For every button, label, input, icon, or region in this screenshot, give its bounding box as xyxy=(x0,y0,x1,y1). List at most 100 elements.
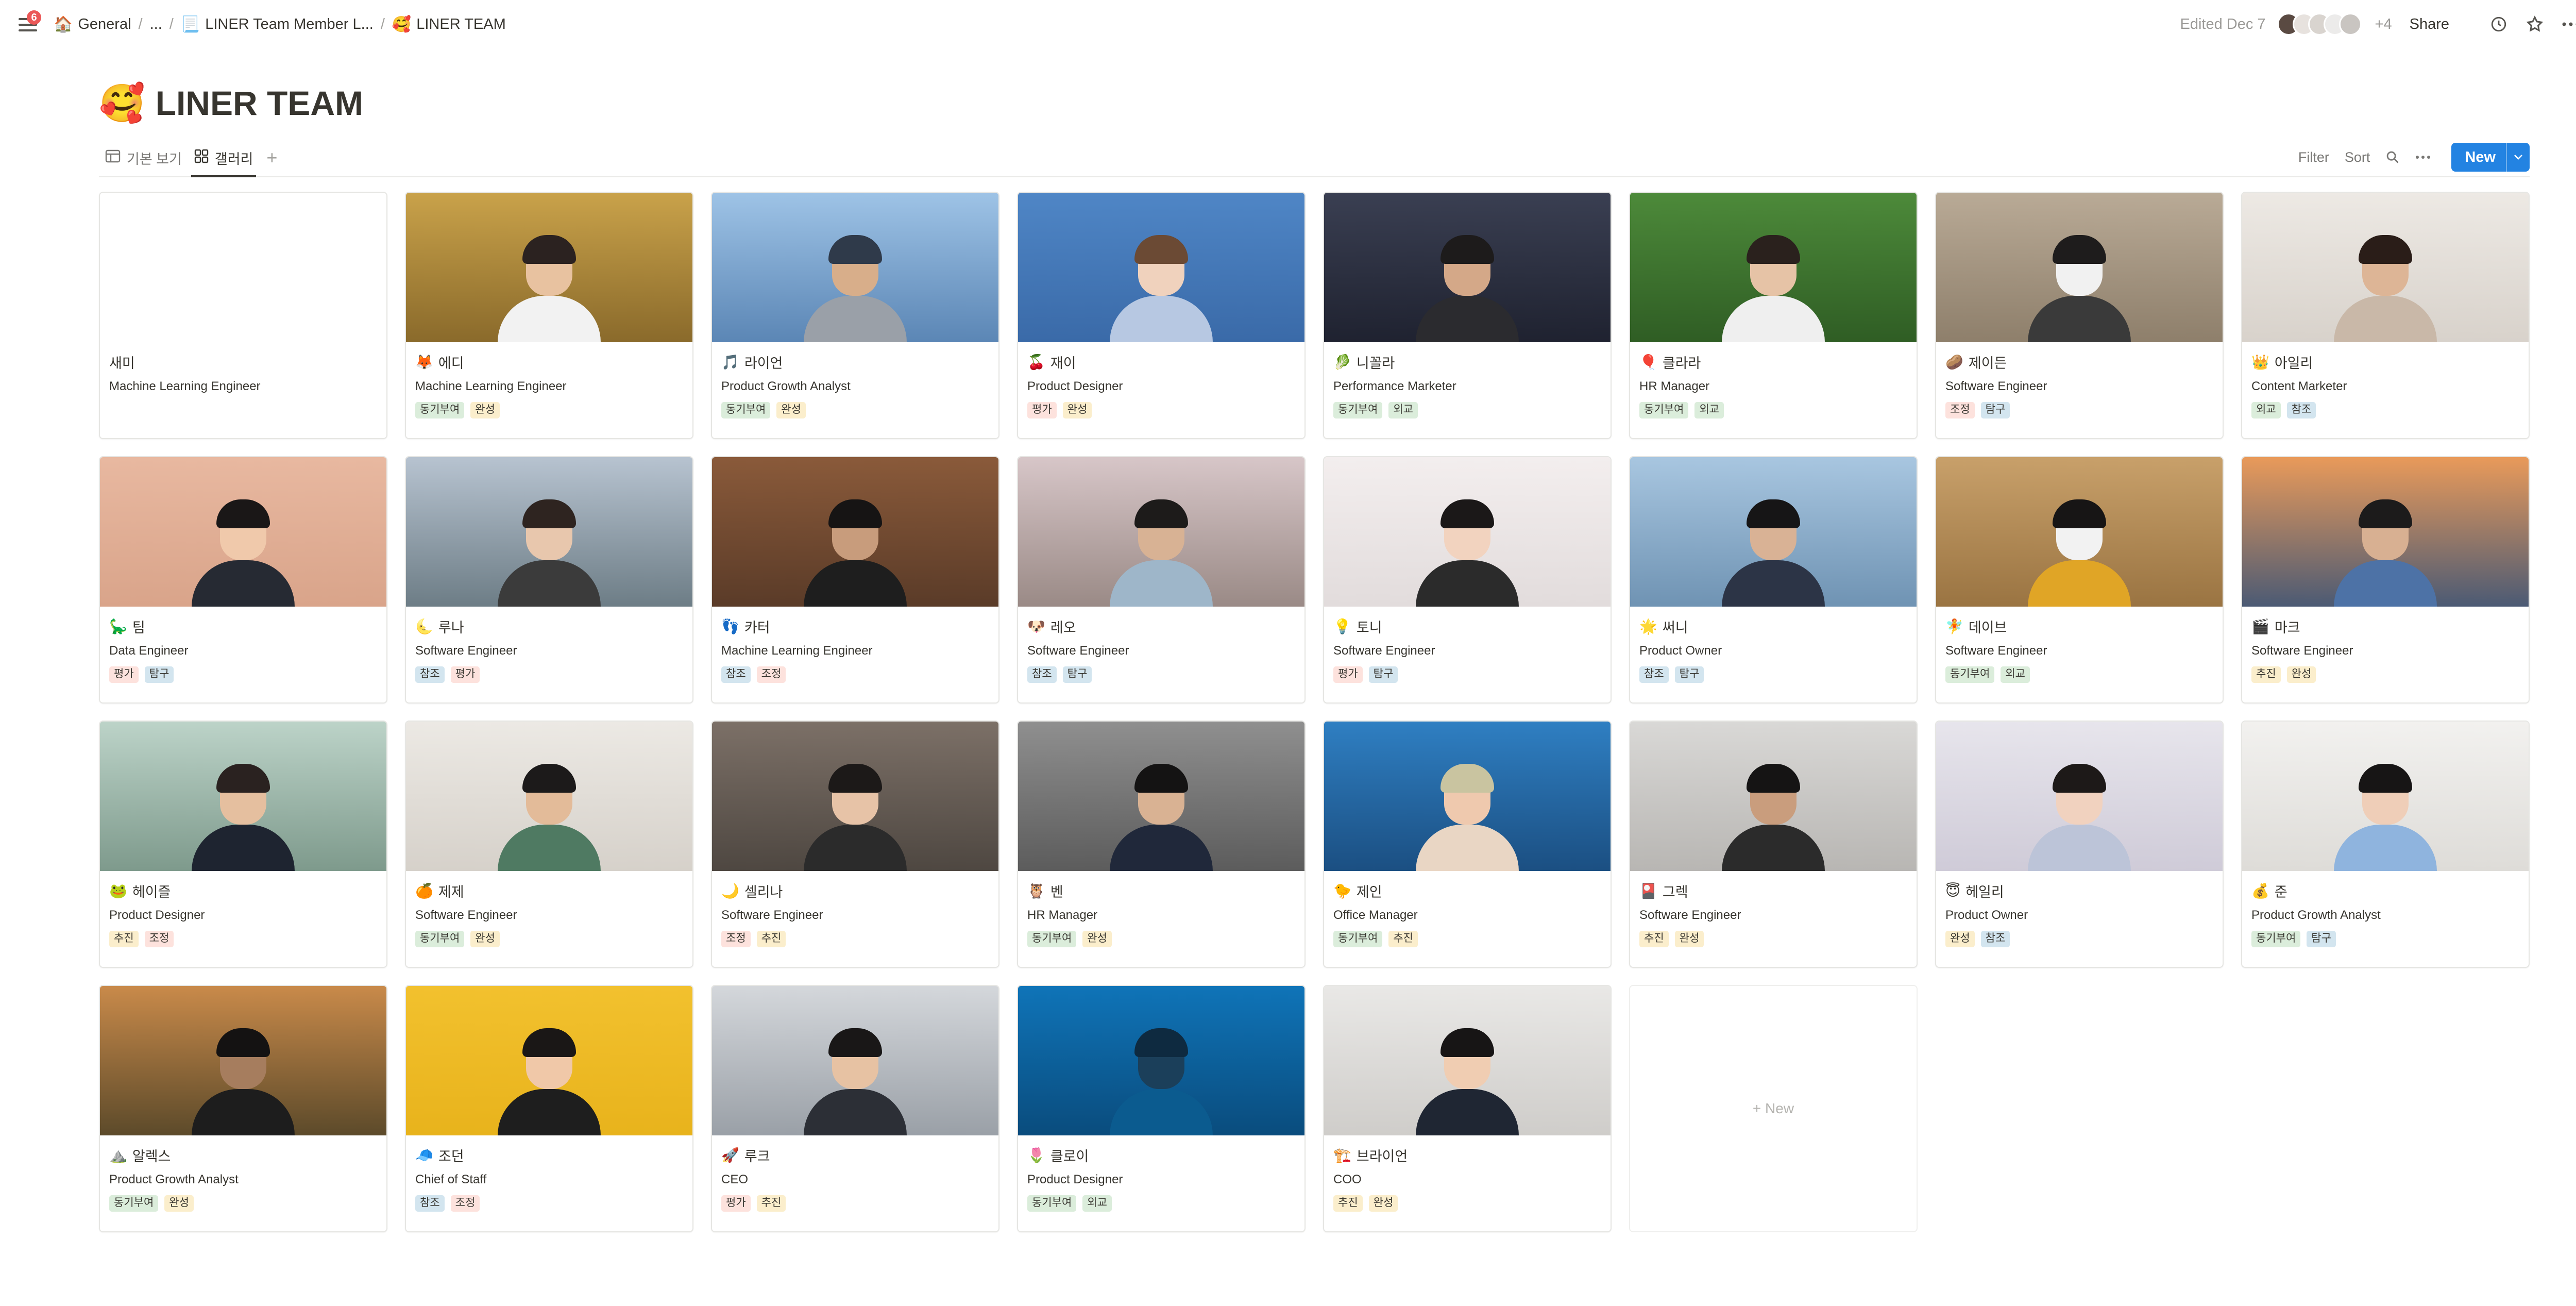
gallery-card[interactable]: 새미Machine Learning Engineer xyxy=(99,192,387,439)
collaborator-avatars[interactable] xyxy=(2277,13,2362,36)
gallery-card[interactable]: 🦉벤HR Manager동기부여완성 xyxy=(1017,721,1306,968)
filter-button[interactable]: Filter xyxy=(2298,149,2329,165)
gallery-card[interactable]: 🎵라이언Product Growth Analyst동기부여완성 xyxy=(711,192,999,439)
member-photo xyxy=(712,722,998,871)
gallery-card[interactable]: 😇헤일리Product Owner완성참조 xyxy=(1935,721,2224,968)
tag-badge: 조정 xyxy=(721,931,751,947)
member-role: Product Owner xyxy=(1945,908,2213,925)
gallery-card[interactable]: 🍒재이Product Designer평가완성 xyxy=(1017,192,1306,439)
new-card-button[interactable]: + New xyxy=(1629,985,1918,1232)
person-silhouette xyxy=(192,768,295,871)
gallery-card[interactable]: 🎈클라라HR Manager동기부여외교 xyxy=(1629,192,1918,439)
share-button[interactable]: Share xyxy=(2410,16,2449,33)
gallery-card[interactable]: 🦕팀Data Engineer평가탐구 xyxy=(99,456,387,704)
gallery-card[interactable]: 🚀루크CEO평가추진 xyxy=(711,985,999,1232)
tab-gallery-view[interactable]: 갤러리 xyxy=(188,139,260,176)
chevron-down-icon[interactable] xyxy=(2506,143,2530,172)
more-collaborators-count[interactable]: +4 xyxy=(2375,16,2392,33)
gallery-card[interactable]: 🧚데이브Software Engineer동기부여외교 xyxy=(1935,456,2224,704)
member-role: HR Manager xyxy=(1027,908,1295,925)
gallery-card[interactable]: 🌷클로이Product Designer동기부여외교 xyxy=(1017,985,1306,1232)
plus-icon: + xyxy=(266,147,277,169)
gallery-card[interactable]: 💡토니Software Engineer평가탐구 xyxy=(1323,456,1612,704)
member-tags: 추진조정 xyxy=(109,931,377,947)
gallery-card[interactable]: 🌙셀리나Software Engineer조정추진 xyxy=(711,721,999,968)
member-role: Office Manager xyxy=(1333,908,1601,925)
notification-badge[interactable]: 6 xyxy=(27,10,41,25)
member-emoji-icon: 🐤 xyxy=(1333,882,1351,899)
member-emoji-icon: 🥔 xyxy=(1945,354,1963,371)
breadcrumb-general[interactable]: 🏠 General xyxy=(49,11,135,37)
add-view-button[interactable]: + xyxy=(259,139,284,176)
member-emoji-icon: 🦕 xyxy=(109,618,127,635)
member-role: Software Engineer xyxy=(1333,644,1601,660)
member-role: Machine Learning Engineer xyxy=(721,644,989,660)
member-role: Data Engineer xyxy=(109,644,377,660)
gallery-card[interactable]: 👣카터Machine Learning Engineer참조조정 xyxy=(711,456,999,704)
breadcrumb-liner-team[interactable]: 🥰 LINER TEAM xyxy=(388,11,510,37)
member-role: Software Engineer xyxy=(415,908,683,925)
member-photo xyxy=(712,193,998,342)
member-photo xyxy=(1630,722,1917,871)
search-icon[interactable] xyxy=(2385,150,2400,164)
member-name: 🌜루나 xyxy=(415,616,683,637)
member-name: 💡토니 xyxy=(1333,616,1601,637)
member-emoji-icon: 🌙 xyxy=(721,882,739,899)
gallery-card[interactable]: 🌟써니Product Owner참조탐구 xyxy=(1629,456,1918,704)
member-name: 🥬니꼴라 xyxy=(1333,351,1601,372)
person-silhouette xyxy=(2334,239,2437,342)
updates-clock-icon[interactable] xyxy=(2488,14,2509,35)
tag-badge: 추진 xyxy=(757,931,786,947)
person-silhouette xyxy=(1416,1032,1519,1135)
member-name: 🎬마크 xyxy=(2251,616,2519,637)
gallery-card[interactable]: 🎴그렉Software Engineer추진완성 xyxy=(1629,721,1918,968)
card-body: 🥔제이든Software Engineer조정탐구 xyxy=(1936,342,2223,418)
gallery-card[interactable]: 🦊에디Machine Learning Engineer동기부여완성 xyxy=(405,192,693,439)
member-role: Product Designer xyxy=(1027,1173,1295,1189)
favorite-star-icon[interactable] xyxy=(2524,14,2545,35)
gallery-card[interactable]: ⛰️알렉스Product Growth Analyst동기부여완성 xyxy=(99,985,387,1232)
tab-basic-view[interactable]: 기본 보기 xyxy=(99,139,188,176)
gallery-card[interactable]: 🏗️브라이언COO추진완성 xyxy=(1323,985,1612,1232)
member-name: 🏗️브라이언 xyxy=(1333,1145,1601,1165)
member-name: 🦉벤 xyxy=(1027,880,1295,901)
member-tags: 참조평가 xyxy=(415,666,683,683)
member-role: Chief of Staff xyxy=(415,1173,683,1189)
gallery-card[interactable]: 🥔제이든Software Engineer조정탐구 xyxy=(1935,192,2224,439)
gallery-card[interactable]: 🥬니꼴라Performance Marketer동기부여외교 xyxy=(1323,192,1612,439)
more-options-icon[interactable] xyxy=(2561,14,2576,35)
breadcrumb-ellipsis[interactable]: ... xyxy=(146,11,166,37)
person-silhouette xyxy=(2028,768,2131,871)
card-body: 🐶레오Software Engineer참조탐구 xyxy=(1018,607,1304,683)
gallery-card[interactable]: 🌜루나Software Engineer참조평가 xyxy=(405,456,693,704)
member-role: Machine Learning Engineer xyxy=(415,379,683,396)
member-name-text: 준 xyxy=(2275,881,2287,901)
member-name-text: 데이브 xyxy=(1969,616,2007,637)
gallery-card[interactable]: 💰준Product Growth Analyst동기부여탐구 xyxy=(2241,721,2530,968)
page-emoji-icon[interactable]: 🥰 xyxy=(99,81,145,125)
sort-button[interactable]: Sort xyxy=(2345,149,2370,165)
member-name: 🎴그렉 xyxy=(1639,880,1907,901)
gallery-card[interactable]: 🐸헤이즐Product Designer추진조정 xyxy=(99,721,387,968)
card-body: 💰준Product Growth Analyst동기부여탐구 xyxy=(2242,871,2529,947)
page-title-text[interactable]: LINER TEAM xyxy=(156,83,363,123)
member-role: Machine Learning Engineer xyxy=(109,379,377,396)
gallery-card[interactable]: 🍊제제Software Engineer동기부여완성 xyxy=(405,721,693,968)
gallery-card[interactable]: 🐤제인Office Manager동기부여추진 xyxy=(1323,721,1612,968)
member-tags: 동기부여외교 xyxy=(1945,666,2213,683)
new-entry-button[interactable]: New xyxy=(2451,143,2530,172)
member-name: 🎵라이언 xyxy=(721,351,989,372)
member-emoji-icon: ⛰️ xyxy=(109,1147,127,1164)
top-actions: Edited Dec 7 +4 Share xyxy=(2180,11,2576,37)
member-tags: 동기부여완성 xyxy=(721,402,989,418)
gallery-card[interactable]: 🎬마크Software Engineer추진완성 xyxy=(2241,456,2530,704)
gallery-card[interactable]: 👑아일리Content Marketer외교참조 xyxy=(2241,192,2530,439)
tag-badge: 동기부여 xyxy=(1333,402,1382,418)
member-emoji-icon: 👑 xyxy=(2251,354,2269,371)
breadcrumb-member-list[interactable]: 📃 LINER Team Member L... xyxy=(177,11,378,37)
gallery-card[interactable]: 🧢조던Chief of Staff참조조정 xyxy=(405,985,693,1232)
page-title[interactable]: 🥰 LINER TEAM xyxy=(99,77,363,129)
person-silhouette xyxy=(2028,239,2131,342)
gallery-card[interactable]: 🐶레오Software Engineer참조탐구 xyxy=(1017,456,1306,704)
view-more-icon[interactable] xyxy=(2415,155,2431,159)
